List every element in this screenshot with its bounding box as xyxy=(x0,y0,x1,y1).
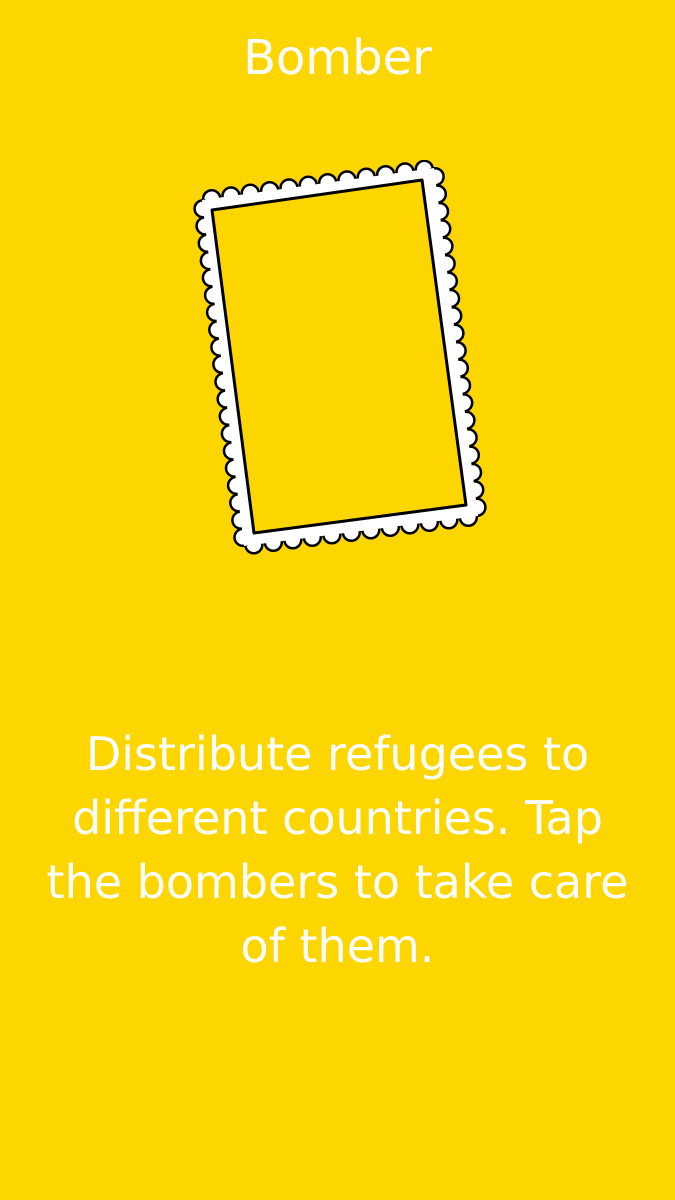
page-title: Bomber xyxy=(243,30,432,86)
stamp-inner-panel xyxy=(210,178,468,535)
instructions-text: Distribute refugees to different countri… xyxy=(46,727,629,973)
bomber-stamp-card[interactable] xyxy=(190,160,490,555)
game-screen: Bomber Distribute refugees to different … xyxy=(0,0,675,1200)
stamp-frame-icon xyxy=(193,160,487,555)
